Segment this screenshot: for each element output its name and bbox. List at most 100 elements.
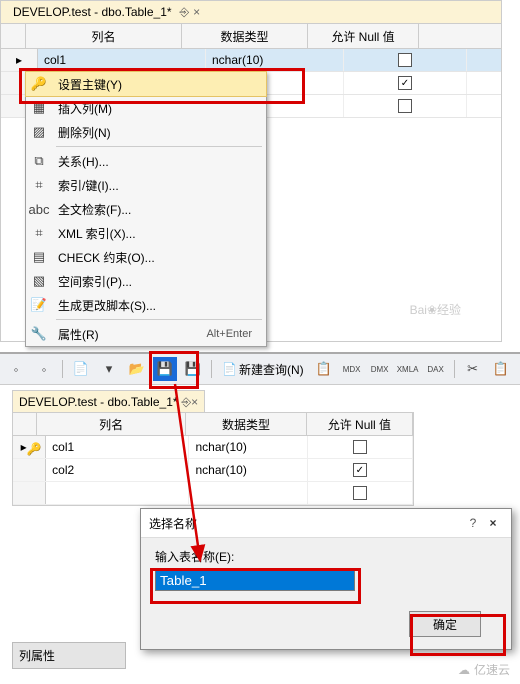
column-properties-label: 列属性 <box>12 642 126 669</box>
cell-name[interactable]: col1 <box>46 436 189 458</box>
relation-icon: ⧉ <box>26 153 52 169</box>
primary-key-icon: 🔑 <box>27 442 38 453</box>
menu-label: CHECK 约束(O)... <box>58 249 258 266</box>
cell-type[interactable]: nchar(10) <box>189 459 307 481</box>
menu-item[interactable]: ▧ 空间索引(P)... <box>26 269 266 293</box>
context-menu: 🔑 设置主键(Y) ▦ 插入列(M) ▨ 删除列(N) ⧉ 关系(H)... ⌗ 索引/键(I).… <box>25 71 267 347</box>
back-icon[interactable]: ◦ <box>4 357 28 381</box>
dmx-icon[interactable]: DMX <box>368 357 392 381</box>
table-row[interactable] <box>13 482 413 505</box>
row-indicator-icon: ▸🔑 <box>13 436 46 458</box>
menu-item[interactable]: abc 全文检索(F)... <box>26 197 266 221</box>
insert-icon: ▦ <box>26 100 52 116</box>
check-icon: ▤ <box>26 249 52 265</box>
cell-name[interactable]: col2 <box>46 459 189 481</box>
menu-label: XML 索引(X)... <box>58 225 258 242</box>
ok-button[interactable]: 确定 <box>409 611 481 637</box>
cell-type[interactable]: nchar(10) <box>206 49 344 71</box>
cell-type[interactable]: nchar(10) <box>189 436 307 458</box>
header-name: 列名 <box>26 24 182 48</box>
menu-item[interactable]: 📝 生成更改脚本(S)... <box>26 293 266 317</box>
table-row[interactable]: ▸ col1 nchar(10) <box>1 49 501 72</box>
open-icon[interactable]: ▾ <box>97 357 121 381</box>
null-checkbox[interactable] <box>353 486 367 500</box>
folder-icon[interactable]: 📂 <box>125 357 149 381</box>
pin-icon[interactable]: ⎆ <box>180 5 190 20</box>
cut-icon[interactable]: ✂ <box>461 357 485 381</box>
spatial-icon: ▧ <box>26 273 52 289</box>
menu-label: 插入列(M) <box>58 100 258 117</box>
bottom-panel: ◦ ◦ 📄 ▾ 📂 💾 💾 📄新建查询(N) 📋 MDX DMX XMLA DA… <box>0 352 520 684</box>
menu-item[interactable]: ▤ CHECK 约束(O)... <box>26 245 266 269</box>
save-all-icon[interactable]: 💾 <box>181 357 205 381</box>
menu-label: 关系(H)... <box>58 153 258 170</box>
header-name: 列名 <box>37 413 186 435</box>
dialog-title: 选择名称 <box>149 515 463 532</box>
toolbar: ◦ ◦ 📄 ▾ 📂 💾 💾 📄新建查询(N) 📋 MDX DMX XMLA DA… <box>0 354 520 385</box>
header-type: 数据类型 <box>186 413 307 435</box>
null-checkbox[interactable] <box>398 53 412 67</box>
null-checkbox[interactable] <box>398 99 412 113</box>
null-checkbox[interactable]: ✓ <box>353 463 367 477</box>
watermark: Bai❀经验 <box>410 301 461 318</box>
row-indicator-icon: ▸ <box>1 49 38 71</box>
index-icon: ⌗ <box>26 177 52 193</box>
bottom-grid: 列名 数据类型 允许 Null 值 ▸🔑 col1 nchar(10) col2… <box>12 412 414 506</box>
cell-name[interactable]: col1 <box>38 49 206 71</box>
menu-item[interactable]: ⧉ 关系(H)... <box>26 149 266 173</box>
tab-title: DEVELOP.test - dbo.Table_1* <box>19 395 178 409</box>
menu-item[interactable]: ▨ 删除列(N) <box>26 120 266 144</box>
menu-label: 删除列(N) <box>58 124 258 141</box>
script-icon: 📝 <box>26 297 52 313</box>
menu-item[interactable]: ⌗ 索引/键(I)... <box>26 173 266 197</box>
null-checkbox[interactable]: ✓ <box>398 76 412 90</box>
table-name-input[interactable] <box>155 569 355 591</box>
help-icon[interactable]: ? <box>463 516 483 530</box>
menu-item[interactable]: 🔑 设置主键(Y) <box>26 72 266 96</box>
menu-item[interactable]: ▦ 插入列(M) <box>26 96 266 120</box>
delete-icon: ▨ <box>26 124 52 140</box>
menu-label: 空间索引(P)... <box>58 273 258 290</box>
close-icon[interactable]: × <box>191 395 198 409</box>
document-tab[interactable]: DEVELOP.test - dbo.Table_1* ⎆ × <box>7 3 206 22</box>
dialog-titlebar: 选择名称 ? × <box>141 509 511 538</box>
new-icon[interactable]: 📄 <box>69 357 93 381</box>
header-null: 允许 Null 值 <box>307 413 413 435</box>
grid-header: 列名 数据类型 允许 Null 值 <box>1 24 501 49</box>
document-tab[interactable]: DEVELOP.test - dbo.Table_1* ⎆ × <box>12 390 205 413</box>
top-designer-panel: DEVELOP.test - dbo.Table_1* ⎆ × 列名 数据类型 … <box>0 0 502 342</box>
header-type: 数据类型 <box>182 24 308 48</box>
pin-icon[interactable]: ⎆ <box>182 395 192 410</box>
wrench-icon: 🔧 <box>26 326 52 342</box>
table-row[interactable]: col2 nchar(10) ✓ <box>13 459 413 482</box>
tab-title: DEVELOP.test - dbo.Table_1* <box>13 5 172 19</box>
header-null: 允许 Null 值 <box>308 24 419 48</box>
xmla-icon[interactable]: XMLA <box>396 357 420 381</box>
close-icon[interactable]: × <box>483 516 503 530</box>
menu-label: 索引/键(I)... <box>58 177 258 194</box>
null-checkbox[interactable] <box>353 440 367 454</box>
mdx-icon[interactable]: MDX <box>340 357 364 381</box>
fulltext-icon: abc <box>26 202 52 217</box>
dax-icon[interactable]: DAX <box>424 357 448 381</box>
table-row[interactable]: ▸🔑 col1 nchar(10) <box>13 436 413 459</box>
key-icon: 🔑 <box>26 76 52 92</box>
menu-item[interactable]: 🔧 属性(R) Alt+Enter <box>26 322 266 346</box>
menu-shortcut: Alt+Enter <box>206 328 258 340</box>
forward-icon[interactable]: ◦ <box>32 357 56 381</box>
menu-label: 属性(R) <box>58 326 200 343</box>
tab-bar: DEVELOP.test - dbo.Table_1* ⎆ × <box>1 1 501 24</box>
save-icon[interactable]: 💾 <box>153 357 177 381</box>
close-icon[interactable]: × <box>193 5 200 19</box>
watermark: ☁亿速云 <box>458 661 510 678</box>
copy-icon[interactable]: 📋 <box>489 357 513 381</box>
menu-label: 全文检索(F)... <box>58 201 258 218</box>
xml-icon: ⌗ <box>26 225 52 241</box>
query-type-icon[interactable]: 📋 <box>312 357 336 381</box>
menu-label: 设置主键(Y) <box>58 76 258 93</box>
rename-dialog: 选择名称 ? × 输入表名称(E): 确定 <box>140 508 512 650</box>
menu-label: 生成更改脚本(S)... <box>58 297 258 314</box>
new-query-button[interactable]: 📄新建查询(N) <box>218 361 308 378</box>
input-label: 输入表名称(E): <box>155 548 497 565</box>
menu-item[interactable]: ⌗ XML 索引(X)... <box>26 221 266 245</box>
